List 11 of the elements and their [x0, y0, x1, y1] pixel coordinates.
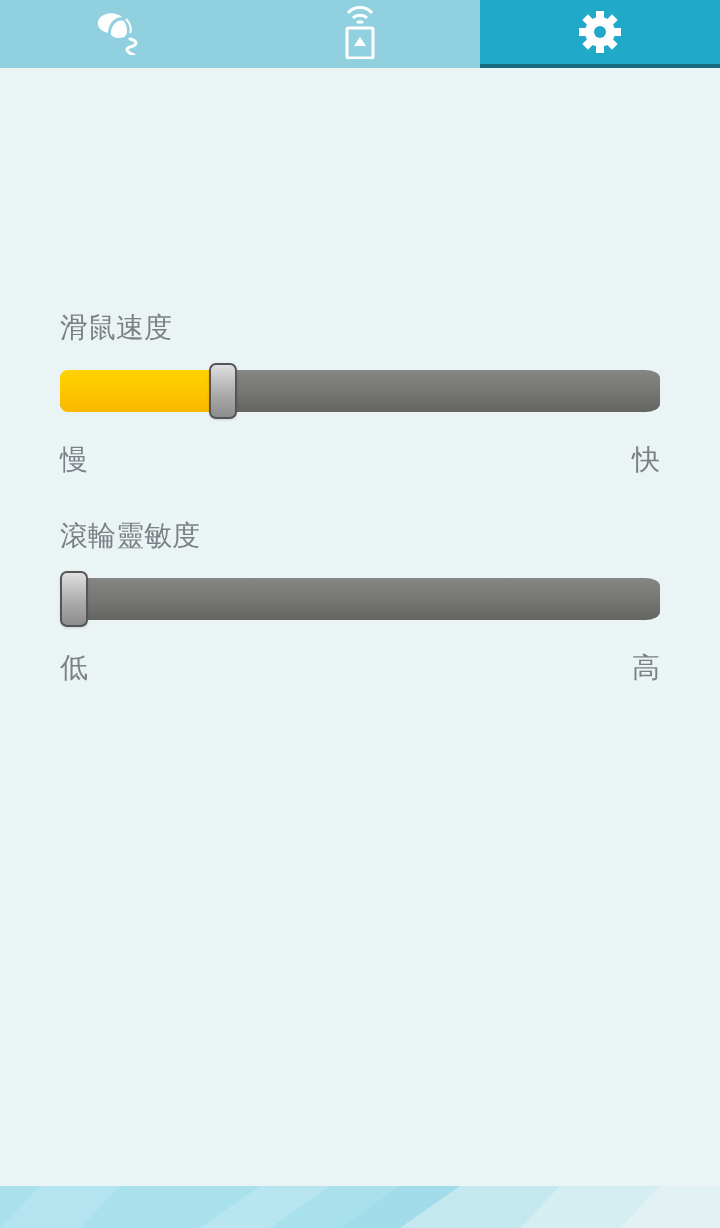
- min-label: 低: [60, 650, 88, 686]
- slider-label: 滑鼠速度: [60, 310, 173, 346]
- settings-icon: [578, 10, 622, 54]
- min-label: 慢: [60, 442, 88, 478]
- slider-label: 滾輪靈敏度: [60, 518, 201, 554]
- slider-thumb[interactable]: [60, 571, 88, 627]
- max-label: 快: [632, 442, 660, 478]
- remote-icon: [344, 5, 376, 59]
- tab[interactable]: [480, 0, 720, 68]
- slider-thumb[interactable]: [208, 363, 237, 419]
- max-label: 高: [632, 650, 660, 686]
